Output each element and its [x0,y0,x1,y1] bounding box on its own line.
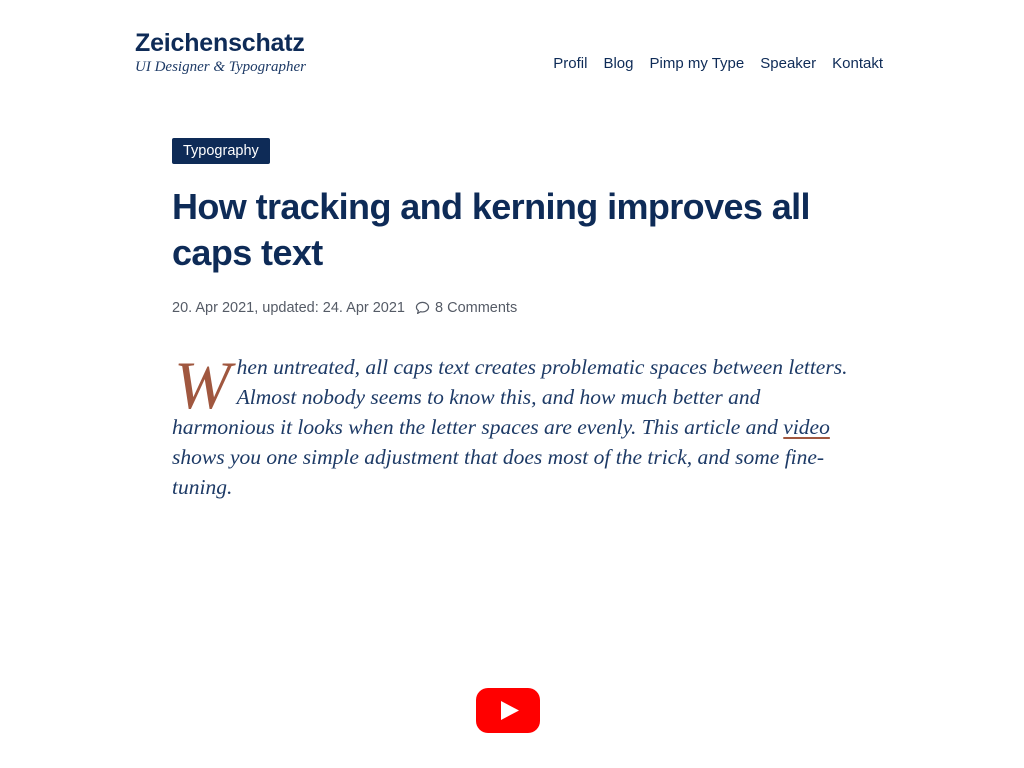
site-header: Zeichenschatz UI Designer & Typographer … [0,0,1024,100]
lead-text-part1: hen untreated, all caps text creates pro… [172,355,848,439]
nav-item-profil[interactable]: Profil [553,54,587,74]
article-dates: 20. Apr 2021, updated: 24. Apr 2021 [172,300,405,316]
youtube-play-icon [476,688,540,733]
comments-count: 8 Comments [435,300,518,316]
site-logo-link[interactable]: Zeichenschatz UI Designer & Typographer [135,28,306,76]
lead-text-part2: shows you one simple adjustment that doe… [172,445,825,499]
category-badge[interactable]: Typography [172,138,270,164]
site-name: Zeichenschatz [135,29,305,57]
nav-item-kontakt[interactable]: Kontakt [832,54,883,74]
article-title: How tracking and kerning improves all ca… [172,186,811,273]
article-meta: 20. Apr 2021, updated: 24. Apr 2021 8 Co… [172,298,862,318]
nav-item-speaker[interactable]: Speaker [760,54,816,74]
site-tagline: UI Designer & Typographer [135,59,306,75]
article: Typography How tracking and kerning impr… [172,138,862,524]
main-nav: Profil Blog Pimp my Type Speaker Kontakt [553,54,883,74]
speech-bubble-icon [415,301,430,315]
video-link[interactable]: video [783,415,830,439]
article-lead: When untreated, all caps text creates pr… [172,347,862,502]
nav-item-pimp-my-type[interactable]: Pimp my Type [649,54,744,74]
nav-item-blog[interactable]: Blog [603,54,633,74]
youtube-play-button[interactable] [476,688,540,733]
drop-cap: W [174,347,231,423]
comments-link[interactable]: 8 Comments [415,298,517,318]
